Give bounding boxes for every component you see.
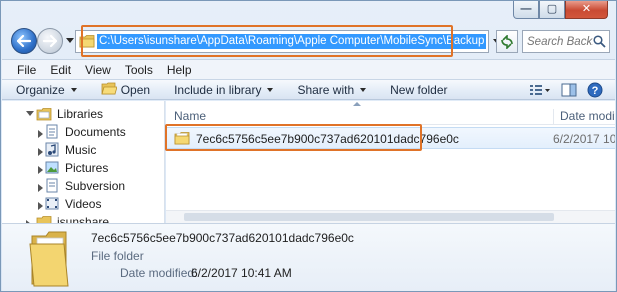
chevron-down-icon	[267, 87, 274, 92]
libraries-expander[interactable]	[26, 111, 34, 116]
new-folder-button[interactable]: New folder	[390, 83, 447, 97]
change-view-icon[interactable]	[529, 83, 551, 100]
column-name[interactable]: Name	[174, 109, 206, 123]
file-list: Name Date modifie 7ec6c5756c5ee7b900c737…	[166, 101, 615, 223]
forward-button[interactable]	[37, 28, 63, 54]
nav-item-label: Videos	[65, 196, 102, 211]
caption-buttons: — ▢ ✕	[513, 1, 608, 21]
chevron-down-icon	[360, 87, 367, 92]
nav-item-isunshare[interactable]: isunshare	[36, 213, 109, 223]
vertical-scrollbar[interactable]	[607, 125, 615, 223]
nav-item-label: Pictures	[65, 160, 109, 175]
refresh-icon	[501, 34, 513, 49]
music-icon	[44, 142, 60, 158]
refresh-button[interactable]	[496, 30, 518, 53]
share-with-button[interactable]: Share with	[297, 82, 367, 97]
videos-expander[interactable]	[38, 202, 43, 210]
organize-button[interactable]: Organize	[16, 83, 77, 97]
include-in-library-label: Include in library	[174, 82, 262, 97]
column-header: Name Date modifie	[166, 101, 615, 125]
details-name: 7ec6c5756c5ee7b900c737ad620101dadc796e0c	[91, 231, 354, 245]
nav-item-videos[interactable]: Videos	[44, 195, 101, 212]
new-folder-label: New folder	[390, 82, 448, 97]
open-folder-icon	[101, 82, 118, 98]
folder-highlight-outline	[165, 124, 422, 151]
menu-edit[interactable]: Edit	[43, 63, 78, 77]
nav-item-label: Libraries	[57, 106, 104, 121]
music-expander[interactable]	[38, 148, 43, 156]
nav-item-label: Subversion	[65, 178, 126, 193]
large-folder-icon	[28, 230, 70, 291]
scrollbar-thumb[interactable]	[184, 213, 554, 221]
details-type: File folder	[91, 249, 144, 263]
subversion-icon	[44, 178, 60, 194]
subversion-expander[interactable]	[38, 184, 43, 192]
nav-item-pictures[interactable]: Pictures	[44, 159, 108, 176]
menu-file[interactable]: File	[10, 63, 43, 77]
documents-icon	[44, 124, 60, 140]
user-folder-icon	[36, 214, 52, 223]
search-box[interactable]	[522, 30, 610, 53]
videos-icon	[44, 196, 60, 212]
nav-item-music[interactable]: Music	[44, 141, 96, 158]
open-label: Open	[120, 82, 151, 97]
back-arrow-icon	[17, 35, 31, 47]
open-button[interactable]: Open	[101, 82, 150, 98]
explorer-window: — ▢ ✕ C:\Users\isunshare\AppData\Roaming…	[0, 0, 617, 292]
search-icon[interactable]	[593, 35, 606, 51]
close-button[interactable]: ✕	[565, 1, 608, 19]
nav-item-label: isunshare	[57, 214, 110, 224]
nav-item-label: Documents	[65, 124, 126, 139]
file-date-modified: 6/2/2017 10:41	[553, 132, 615, 146]
menu-view[interactable]: View	[78, 63, 118, 77]
maximize-button[interactable]: ▢	[539, 1, 565, 19]
details-date-value: 6/2/2017 10:41 AM	[191, 266, 292, 280]
chevron-down-icon	[70, 87, 77, 92]
forward-arrow-icon	[43, 35, 57, 47]
nav-item-libraries[interactable]: Libraries	[36, 105, 103, 122]
organize-label: Organize	[16, 82, 65, 97]
share-with-label: Share with	[297, 82, 355, 97]
preview-pane-icon[interactable]	[561, 83, 577, 100]
minimize-button[interactable]: —	[513, 1, 539, 19]
command-bar: Organize Open Include in library Share w…	[2, 79, 615, 100]
details-pane: 7ec6c5756c5ee7b900c737ad620101dadc796e0c…	[2, 223, 615, 291]
nav-item-label: Music	[65, 142, 97, 157]
menu-tools[interactable]: Tools	[118, 63, 160, 77]
documents-expander[interactable]	[38, 130, 43, 138]
nav-item-documents[interactable]: Documents	[44, 123, 126, 140]
menu-bar: File Edit View Tools Help	[2, 59, 615, 79]
include-in-library-button[interactable]: Include in library	[174, 82, 274, 97]
navigation-pane: Libraries Documents Music Pictures Subve…	[2, 101, 165, 223]
address-highlight-outline	[81, 25, 453, 57]
pictures-expander[interactable]	[38, 166, 43, 174]
command-bar-right: ?	[519, 82, 603, 101]
sort-arrow-icon	[353, 102, 361, 106]
libraries-icon	[36, 106, 52, 122]
menu-help[interactable]: Help	[160, 63, 199, 77]
svg-text:?: ?	[592, 85, 599, 97]
column-date-modified[interactable]: Date modifie	[553, 109, 615, 125]
help-icon[interactable]: ?	[587, 82, 603, 101]
back-button[interactable]	[11, 28, 37, 54]
recent-pages-dropdown[interactable]	[66, 38, 74, 43]
search-input[interactable]	[523, 31, 593, 52]
pictures-icon	[44, 160, 60, 176]
horizontal-scrollbar[interactable]	[166, 210, 615, 223]
nav-item-subversion[interactable]: Subversion	[44, 177, 125, 194]
details-date-label: Date modified:	[120, 266, 198, 280]
